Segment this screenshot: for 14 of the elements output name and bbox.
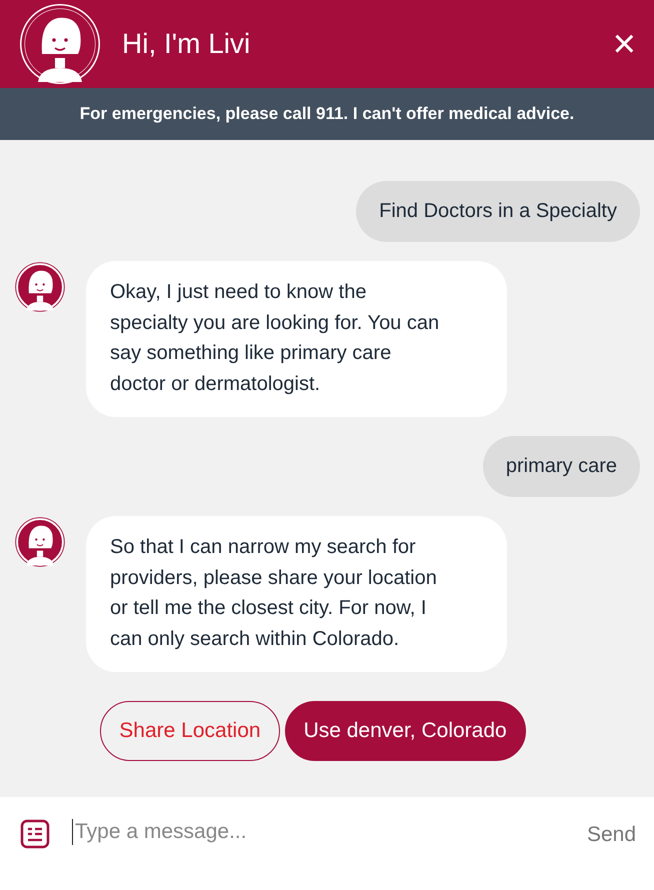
user-message: Find Doctors in a Specialty — [356, 181, 640, 242]
send-button[interactable]: Send — [586, 823, 636, 847]
quick-reply-button[interactable]: Share Location — [100, 701, 280, 761]
assistant-message: So that I can narrow my search for providers, please share your location or tell me the closest city. For now, I can only search within Colorado. — [86, 516, 507, 672]
menu-icon[interactable] — [20, 819, 50, 849]
quick-reply-button[interactable]: Use denver, Colorado — [284, 701, 526, 761]
user-message: primary care — [482, 436, 640, 497]
chat-title: Hi, I'm Livi — [122, 28, 252, 60]
close-button[interactable]: × — [612, 24, 636, 64]
message-input[interactable]: Type a message... — [72, 819, 565, 845]
assistant-avatar-icon — [14, 516, 66, 568]
assistant-message: Okay, I just need to know the specialty you are looking for. You can say something like primary care doctor or dermatologist. — [86, 261, 507, 417]
assistant-avatar-icon — [14, 261, 66, 313]
emergency-banner: For emergencies, please call 911. I can't offer medical advice. — [0, 88, 654, 140]
